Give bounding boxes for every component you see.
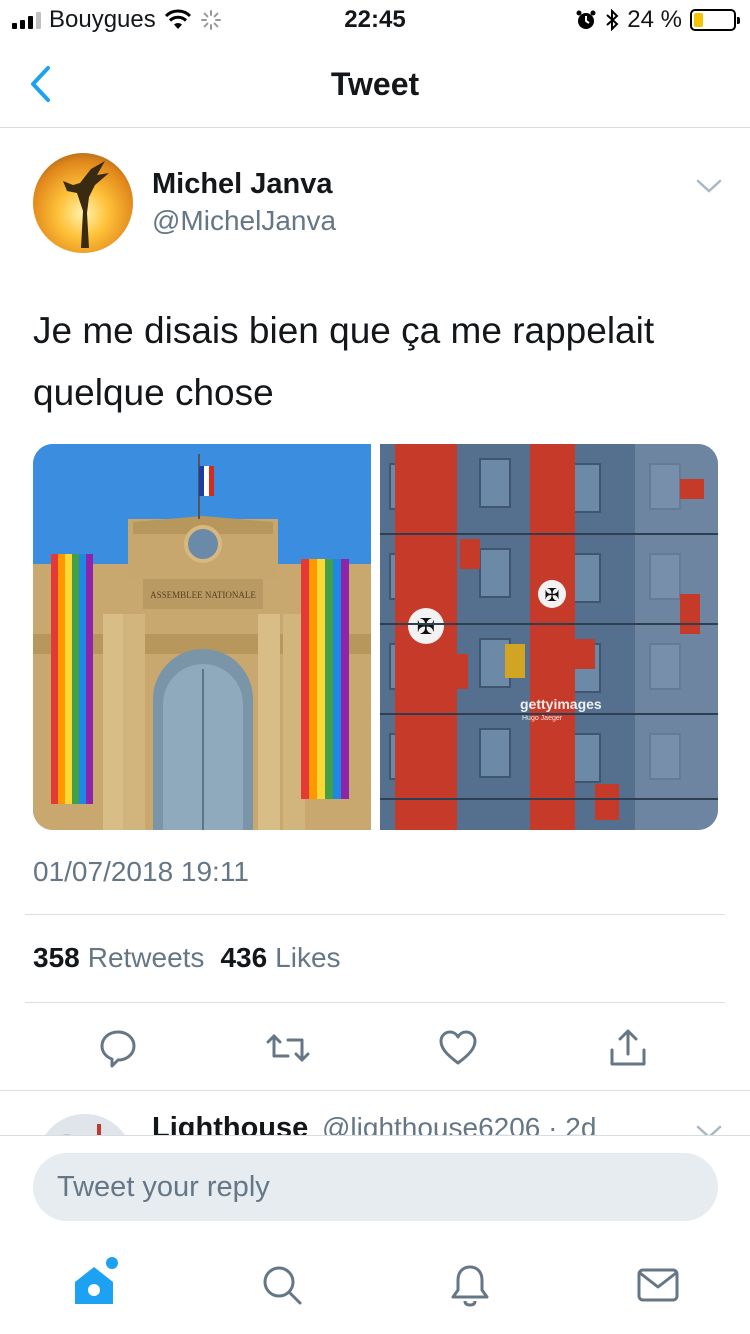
battery-icon	[690, 9, 740, 31]
retweets-label: Retweets	[87, 942, 205, 973]
getty-credit: Hugo Jaeger	[522, 715, 563, 722]
tweet-stats: 358 Retweets 436 Likes	[33, 942, 341, 974]
reply-preview[interactable]: Lighthouse @lighthouse6206 · 2d	[0, 1092, 750, 1135]
page-title: Tweet	[330, 66, 420, 102]
reply-avatar[interactable]	[37, 1114, 133, 1135]
tab-notifications[interactable]	[444, 1259, 496, 1311]
divider	[0, 1090, 750, 1091]
status-right: 24 %	[575, 6, 740, 34]
home-notification-dot	[106, 1257, 118, 1269]
tab-search[interactable]	[256, 1259, 308, 1311]
retweets-stat[interactable]: 358 Retweets	[33, 942, 204, 974]
reply-author-meta: @lighthouse6206 · 2d	[322, 1112, 597, 1135]
share-icon	[610, 1029, 646, 1066]
building-inscription: ASSEMBLEE NATIONALE	[150, 590, 256, 600]
svg-text:✠: ✠	[544, 585, 559, 606]
battery-level	[694, 13, 704, 27]
tab-messages[interactable]	[632, 1259, 684, 1311]
alarm-icon	[576, 10, 596, 29]
status-bar: Bouygues 22:45 24 %	[0, 0, 750, 40]
like-icon	[439, 1030, 477, 1065]
author-handle[interactable]: @MichelJanva	[152, 205, 336, 237]
retweet-button[interactable]	[266, 1026, 310, 1070]
like-button[interactable]	[436, 1026, 480, 1070]
search-icon	[263, 1266, 302, 1305]
notifications-icon	[451, 1265, 489, 1307]
tweet-date: 01/07/2018 19:11	[33, 856, 249, 887]
reply-author-name[interactable]: Lighthouse	[152, 1112, 308, 1135]
chevron-down-icon	[696, 179, 722, 193]
tab-bar	[0, 1235, 750, 1334]
retweet-icon	[266, 1034, 310, 1062]
author-avatar[interactable]	[33, 153, 133, 253]
bluetooth-icon	[606, 8, 619, 32]
tweet-menu-button[interactable]	[694, 176, 724, 196]
tweet-actions	[0, 1020, 750, 1076]
battery-percent: 24 %	[627, 6, 682, 33]
tab-home[interactable]	[68, 1257, 120, 1311]
nav-bar: Tweet	[0, 40, 750, 128]
reply-input[interactable]: Tweet your reply	[33, 1153, 718, 1221]
likes-count: 436	[220, 942, 268, 973]
reply-bar: Tweet your reply	[0, 1135, 750, 1235]
getty-watermark: gettyimages	[520, 696, 602, 712]
media-photo-assemblee[interactable]: ASSEMBLEE NATIONALE	[33, 444, 371, 830]
author-name[interactable]: Michel Janva	[152, 168, 333, 201]
svg-text:✠: ✠	[417, 615, 435, 640]
divider	[25, 914, 725, 915]
retweets-count: 358	[33, 942, 80, 973]
likes-label: Likes	[275, 942, 341, 973]
share-button[interactable]	[606, 1026, 650, 1070]
reply-icon	[100, 1030, 136, 1068]
tweet-media[interactable]: ASSEMBLEE NATIONALE ✠ ✠ gettyimages Hugo…	[33, 444, 718, 830]
chevron-down-icon[interactable]	[694, 1122, 724, 1135]
tweet-text: Je me disais bien que ça me rappelait qu…	[33, 310, 655, 413]
home-icon	[75, 1267, 113, 1304]
divider	[25, 1002, 725, 1003]
reply-button[interactable]	[96, 1026, 140, 1070]
media-photo-historical[interactable]: ✠ ✠ gettyimages Hugo Jaeger	[380, 444, 718, 830]
messages-icon	[637, 1268, 679, 1302]
likes-stat[interactable]: 436 Likes	[220, 942, 340, 974]
